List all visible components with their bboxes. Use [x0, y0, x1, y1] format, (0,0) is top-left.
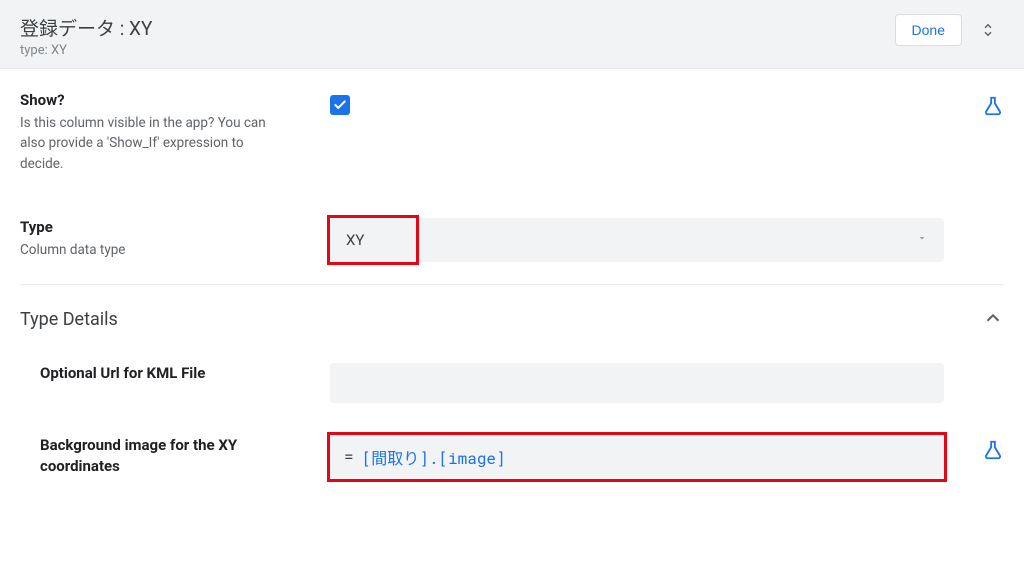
kml-url-input[interactable]: [330, 363, 944, 403]
field-row-kml-url: Optional Url for KML File: [40, 347, 1004, 419]
show-checkbox[interactable]: [330, 95, 350, 115]
header-actions: Done: [895, 14, 1004, 46]
chevron-down-icon: [916, 232, 928, 248]
kml-input-col: [330, 363, 944, 403]
editor-header: 登録データ : XY type: XY Done: [0, 0, 1024, 69]
expand-collapse-button[interactable]: [972, 14, 1004, 46]
type-control-col: XY: [330, 218, 944, 262]
field-row-show: Show? Is this column visible in the app?…: [20, 69, 1004, 196]
show-label-col: Show? Is this column visible in the app?…: [20, 91, 330, 174]
section-type-details-body: Optional Url for KML File Background ima…: [20, 347, 1004, 495]
show-right-col: [944, 91, 1004, 121]
page-title: 登録データ : XY: [20, 14, 152, 41]
header-title-block: 登録データ : XY type: XY: [20, 14, 152, 58]
kml-label: Optional Url for KML File: [40, 363, 310, 384]
bg-image-label-col: Background image for the XY coordinates: [40, 435, 330, 477]
show-expression-button[interactable]: [982, 95, 1004, 121]
type-select[interactable]: XY: [330, 218, 944, 262]
flask-icon: [982, 95, 1004, 117]
show-description: Is this column visible in the app? You c…: [20, 113, 280, 174]
type-description: Column data type: [20, 240, 280, 260]
bg-image-expression-button[interactable]: [982, 439, 1004, 465]
page-subtype: type: XY: [20, 43, 152, 58]
type-select-value: XY: [346, 231, 364, 249]
section-type-details-title: Type Details: [20, 309, 118, 330]
equals-sign: =: [344, 446, 354, 467]
bg-image-label: Background image for the XY coordinates: [40, 435, 310, 477]
unfold-more-icon: [979, 21, 997, 39]
bg-image-right-col: [944, 435, 1004, 465]
show-label: Show?: [20, 91, 310, 109]
bg-image-input-col: = [間取り].[image]: [330, 435, 944, 479]
flask-icon: [982, 439, 1004, 461]
bg-image-expression-box[interactable]: = [間取り].[image]: [330, 435, 944, 479]
type-label: Type: [20, 218, 310, 236]
kml-label-col: Optional Url for KML File: [40, 363, 330, 384]
bg-image-expression-value: [間取り].[image]: [362, 445, 506, 469]
field-row-type: Type Column data type XY: [20, 196, 1004, 285]
show-control-col: [330, 91, 944, 115]
type-label-col: Type Column data type: [20, 218, 330, 260]
content-area: Show? Is this column visible in the app?…: [0, 69, 1024, 495]
chevron-up-icon: [982, 307, 1004, 333]
field-row-bg-image: Background image for the XY coordinates …: [40, 419, 1004, 495]
done-button[interactable]: Done: [895, 14, 962, 46]
check-icon: [333, 98, 347, 112]
section-type-details-header[interactable]: Type Details: [20, 285, 1004, 347]
